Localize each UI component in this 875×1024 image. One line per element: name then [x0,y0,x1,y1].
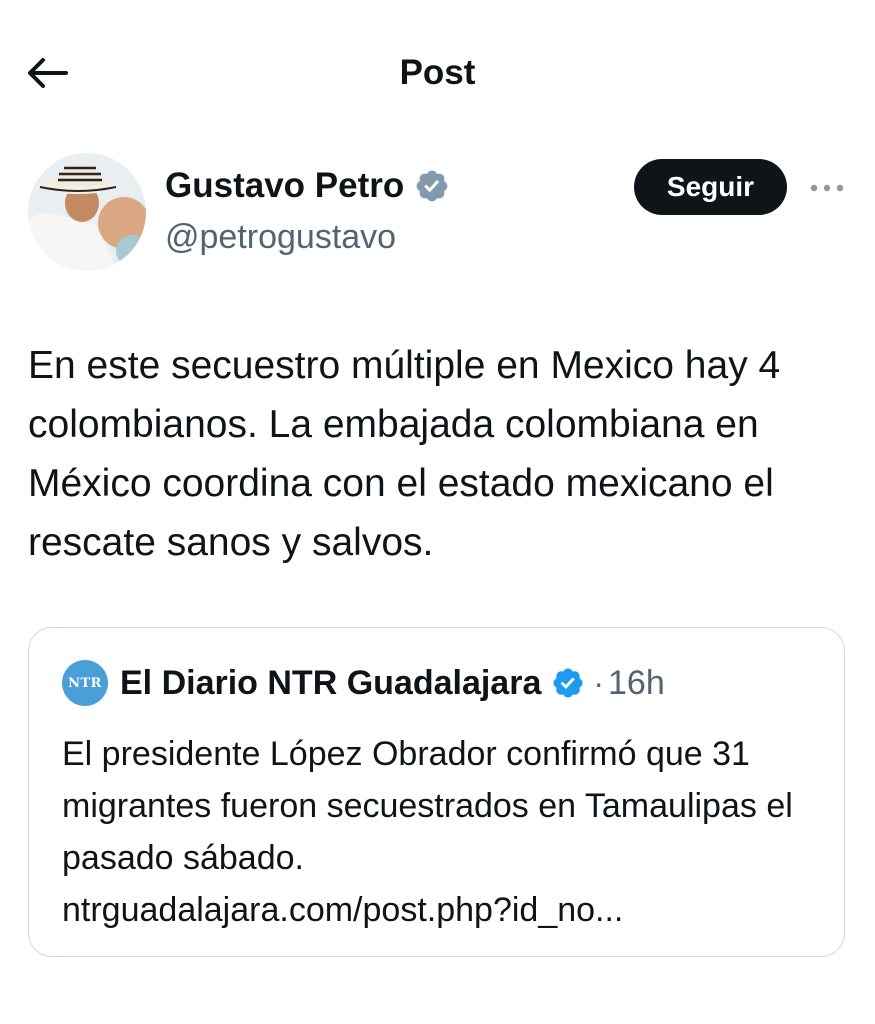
follow-button[interactable]: Seguir [634,159,787,215]
quoted-author-avatar: NTR [62,660,108,706]
quoted-post-text: El presidente López Obrador confirmó que… [62,728,832,936]
top-bar: Post [0,0,875,145]
quoted-post-body: El presidente López Obrador confirmó que… [62,735,793,877]
more-horizontal-icon [810,184,844,192]
author-avatar[interactable] [28,153,146,271]
page-title: Post [399,53,476,92]
quoted-post-time: 16h [608,663,665,702]
separator-dot: · [593,664,605,701]
quoted-avatar-logo-text: NTR [68,675,102,691]
verified-badge-icon [416,170,448,202]
verified-badge-icon [553,668,583,698]
quoted-post-header: NTR El Diario NTR Guadalajara · 16h [62,660,665,706]
author-name-text: Gustavo Petro [165,166,405,205]
more-options-button[interactable] [802,168,852,208]
quoted-post[interactable]: NTR El Diario NTR Guadalajara · 16h El p… [28,627,845,957]
post-text: En este secuestro múltiple en Mexico hay… [28,344,781,564]
quoted-author-name: El Diario NTR Guadalajara [120,664,542,702]
quoted-post-link[interactable]: ntrguadalajara.com/post.php?id_no... [62,884,832,936]
author-handle[interactable]: @petrogustavo [165,216,396,258]
author-name[interactable]: Gustavo Petro [165,164,450,208]
